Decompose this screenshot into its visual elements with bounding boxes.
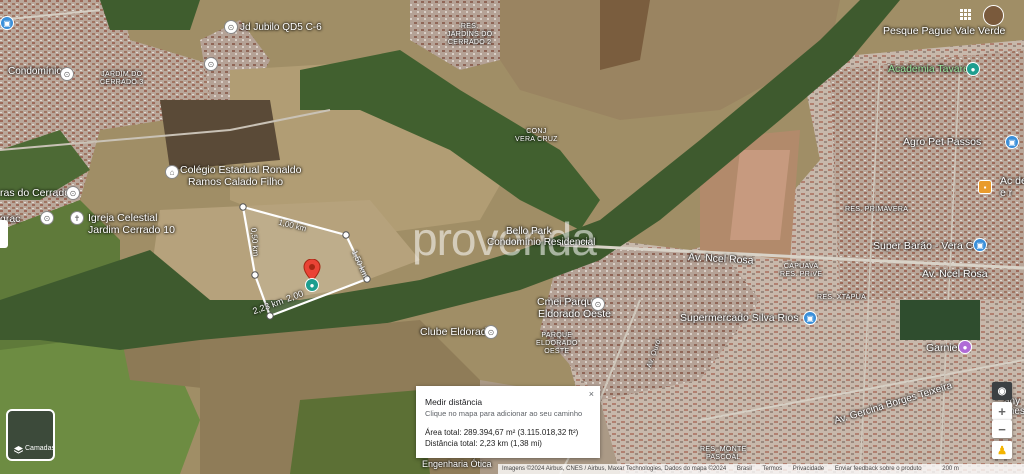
panel-subtitle: Clique no mapa para adicionar ao seu cam… (425, 409, 583, 418)
supermarket-icon[interactable]: ▣ (803, 311, 817, 325)
attribution-privacidade[interactable]: Privacidade (793, 466, 824, 472)
attribution-brasil[interactable]: Brasil (737, 466, 752, 472)
label-garnier[interactable]: Garnier (926, 342, 961, 354)
place-pin-icon[interactable]: ⊙ (224, 20, 238, 34)
close-icon[interactable]: × (589, 389, 594, 399)
attribution-termos[interactable]: Termos (762, 466, 782, 472)
place-pin-icon[interactable]: ⊙ (591, 297, 605, 311)
label-res-primavera: RES. PRIMAVERA (845, 206, 909, 213)
account-avatar[interactable] (983, 5, 1004, 26)
store-icon[interactable]: ▣ (973, 238, 987, 252)
label-engenharia[interactable]: Engenharia Ótica (422, 458, 492, 470)
measure-vertex (266, 312, 274, 320)
label-res-prive: CAPUAVA RES. PRIVE (780, 263, 823, 278)
measure-vertex (239, 203, 247, 211)
place-pin-icon[interactable]: ⊙ (66, 186, 80, 200)
attribution-imagery: Imagens ©2024 Airbus, CNES / Airbus, Max… (502, 466, 727, 472)
side-panel-toggle[interactable] (0, 220, 8, 248)
label-igreja-2[interactable]: Jardim Cerrado 10 (88, 224, 175, 236)
zoom-in-button[interactable]: + (992, 402, 1012, 420)
place-pin-icon[interactable]: ⊙ (40, 211, 54, 225)
total-distance: Distância total: 2,23 km (1,38 mi) (425, 439, 542, 448)
label-bello-2[interactable]: Condomínio Residencial (487, 237, 595, 249)
label-res-monte: RES. MONTE PASCOAL (700, 446, 747, 461)
attribution-feedback[interactable]: Enviar feedback sobre o produto (835, 466, 922, 472)
pegman-icon[interactable]: ◉ (992, 382, 1012, 400)
measure-vertex (251, 271, 259, 279)
label-super-barao[interactable]: Super Barão - Vera Cruz (873, 240, 988, 252)
layers-label: Camadas (25, 445, 55, 452)
transit-icon[interactable]: ▣ (0, 16, 14, 30)
apps-grid-icon[interactable] (960, 9, 971, 20)
segment-label-left: 0,50 km (249, 227, 261, 257)
label-colegio-1[interactable]: Colégio Estadual Ronaldo (180, 164, 301, 176)
label-condominio[interactable]: Condomínio (8, 66, 62, 78)
label-av-ncel-rosa-2: Av. Ncel Rosa (922, 268, 988, 280)
street-view-icon[interactable]: ♟ (992, 441, 1012, 459)
label-jardim-do-cerrado: JARDIM DO CERRADO 3 (100, 71, 144, 86)
place-pin-icon[interactable]: ⊙ (204, 57, 218, 71)
label-academia[interactable]: Academia Tavares (888, 63, 974, 75)
label-res-xtapua: RES. XTAPUA (817, 294, 867, 301)
beauty-icon[interactable]: ● (958, 340, 972, 354)
gym-icon[interactable]: ● (966, 62, 980, 76)
measure-distance-panel: Medir distância × Clique no mapa para ad… (416, 386, 600, 458)
label-ac[interactable]: Ac de e r (1000, 175, 1024, 199)
church-icon[interactable]: ✝ (70, 211, 84, 225)
label-ras-do-cerrado[interactable]: ras do Cerrado (0, 187, 70, 199)
shopping-icon[interactable]: ▣ (1005, 135, 1019, 149)
label-clube[interactable]: Clube Eldorado (420, 326, 492, 338)
place-teal-icon[interactable]: ● (305, 278, 319, 292)
measure-vertex (342, 231, 350, 239)
label-colegio-2[interactable]: Ramos Calado Filho (188, 176, 283, 188)
attribution-bar: Imagens ©2024 Airbus, CNES / Airbus, Max… (498, 464, 1024, 474)
label-jubilo[interactable]: Jd Jubilo QD5 C-6 (240, 22, 322, 34)
food-icon[interactable]: ▪ (978, 180, 992, 194)
label-agro[interactable]: Agro Pet Passos (903, 136, 981, 148)
place-pin-icon[interactable]: ⊙ (60, 67, 74, 81)
label-conj-vera-cruz: CONJ VERA CRUZ (515, 128, 558, 143)
label-cmei-1[interactable]: Cmei Parque (537, 296, 598, 308)
place-pin-icon[interactable]: ⊙ (484, 325, 498, 339)
scale-label[interactable]: 200 m (942, 466, 959, 472)
label-pesque[interactable]: Pesque Pague Vale Verde (883, 25, 1005, 37)
zoom-out-button[interactable]: − (992, 420, 1012, 438)
layers-button[interactable]: Camadas (6, 409, 55, 461)
label-supermercado[interactable]: Supermercado Silva Rios (680, 312, 798, 324)
label-res-jardins: RES. JARDINS DO CERRADO 2 (447, 23, 493, 46)
label-parque-eldorado: PARQUE ELDORADO OESTE (536, 332, 578, 355)
label-igreja-1[interactable]: Igreja Celestial (88, 212, 157, 224)
total-area: Área total: 289.394,67 m² (3.115.018,32 … (425, 428, 579, 437)
panel-title: Medir distância (425, 397, 483, 407)
school-icon[interactable]: ⌂ (165, 165, 179, 179)
layers-icon (14, 446, 23, 454)
